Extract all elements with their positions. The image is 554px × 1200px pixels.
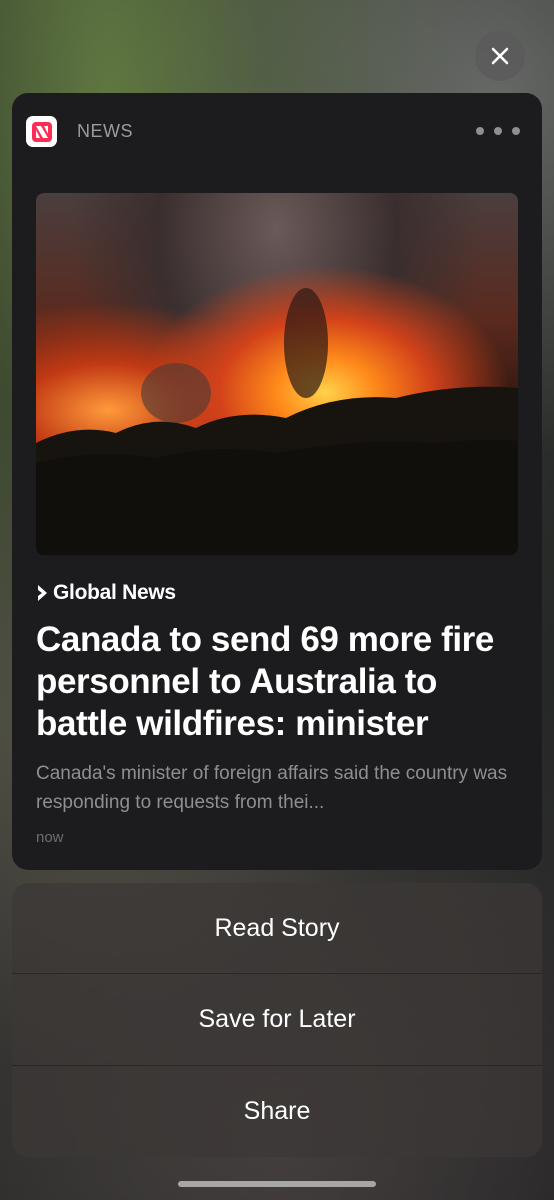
action-menu: Read Story Save for Later Share	[12, 883, 542, 1157]
timestamp: now	[36, 829, 64, 846]
more-options-button[interactable]	[476, 119, 520, 143]
news-notification-card[interactable]: NEWS Global News Canada to send 69 more …	[12, 93, 542, 870]
apple-news-icon	[26, 116, 57, 147]
ellipsis-icon	[494, 127, 502, 135]
summary: Canada's minister of foreign affairs sai…	[36, 763, 508, 813]
news-source: Global News	[36, 581, 176, 605]
share-button[interactable]: Share	[12, 1066, 542, 1157]
save-for-later-button[interactable]: Save for Later	[12, 974, 542, 1066]
headline: Canada to send 69 more fire personnel to…	[36, 620, 494, 743]
close-icon	[491, 47, 509, 65]
global-news-chevron-icon	[38, 585, 47, 601]
notification-header: NEWS	[12, 93, 542, 173]
wildfire-photo[interactable]	[36, 193, 518, 555]
source-name: Global News	[53, 581, 176, 604]
read-story-button[interactable]: Read Story	[12, 883, 542, 975]
home-indicator[interactable]	[178, 1181, 376, 1187]
close-button[interactable]	[475, 31, 525, 81]
ellipsis-icon	[476, 127, 484, 135]
ellipsis-icon	[512, 127, 520, 135]
app-name: NEWS	[77, 121, 133, 141]
